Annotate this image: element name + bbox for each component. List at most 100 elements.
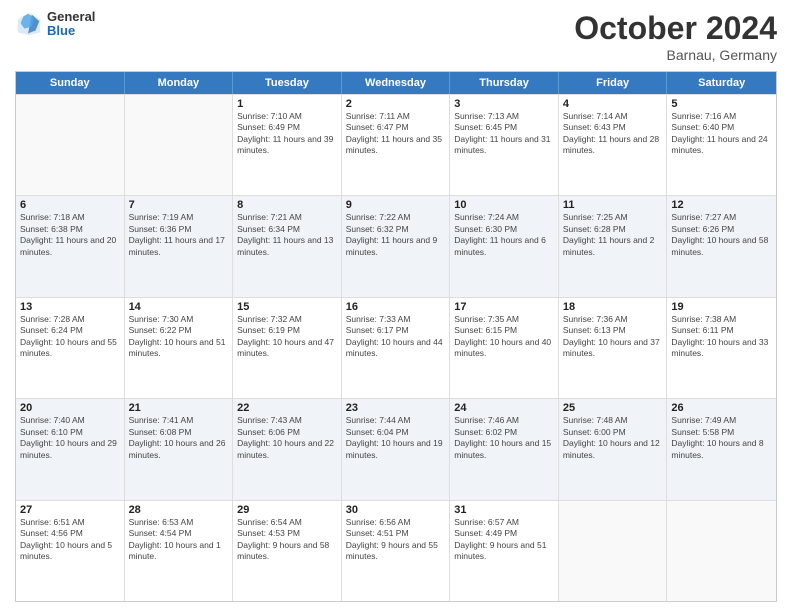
- day-number: 8: [237, 199, 337, 211]
- cal-day-21: 21Sunrise: 7:41 AM Sunset: 6:08 PM Dayli…: [125, 399, 234, 499]
- day-number: 26: [671, 402, 772, 414]
- day-info: Sunrise: 7:46 AM Sunset: 6:02 PM Dayligh…: [454, 415, 554, 461]
- day-number: 28: [129, 504, 229, 516]
- cal-header-cell-thursday: Thursday: [450, 72, 559, 94]
- cal-row-4: 20Sunrise: 7:40 AM Sunset: 6:10 PM Dayli…: [16, 398, 776, 499]
- day-number: 16: [346, 301, 446, 313]
- cal-day-22: 22Sunrise: 7:43 AM Sunset: 6:06 PM Dayli…: [233, 399, 342, 499]
- header: General Blue October 2024 Barnau, German…: [15, 10, 777, 63]
- day-number: 12: [671, 199, 772, 211]
- day-number: 31: [454, 504, 554, 516]
- main-container: General Blue October 2024 Barnau, German…: [0, 0, 792, 612]
- cal-day-27: 27Sunrise: 6:51 AM Sunset: 4:56 PM Dayli…: [16, 501, 125, 601]
- cal-day-3: 3Sunrise: 7:13 AM Sunset: 6:45 PM Daylig…: [450, 95, 559, 195]
- day-info: Sunrise: 7:35 AM Sunset: 6:15 PM Dayligh…: [454, 314, 554, 360]
- day-number: 4: [563, 98, 663, 110]
- day-info: Sunrise: 7:21 AM Sunset: 6:34 PM Dayligh…: [237, 212, 337, 258]
- cal-day-23: 23Sunrise: 7:44 AM Sunset: 6:04 PM Dayli…: [342, 399, 451, 499]
- cal-day-5: 5Sunrise: 7:16 AM Sunset: 6:40 PM Daylig…: [667, 95, 776, 195]
- cal-day-1: 1Sunrise: 7:10 AM Sunset: 6:49 PM Daylig…: [233, 95, 342, 195]
- day-number: 18: [563, 301, 663, 313]
- cal-header-cell-saturday: Saturday: [667, 72, 776, 94]
- day-number: 11: [563, 199, 663, 211]
- day-number: 5: [671, 98, 772, 110]
- day-info: Sunrise: 7:43 AM Sunset: 6:06 PM Dayligh…: [237, 415, 337, 461]
- day-info: Sunrise: 7:19 AM Sunset: 6:36 PM Dayligh…: [129, 212, 229, 258]
- cal-empty-cell: [125, 95, 234, 195]
- day-number: 7: [129, 199, 229, 211]
- cal-day-18: 18Sunrise: 7:36 AM Sunset: 6:13 PM Dayli…: [559, 298, 668, 398]
- day-info: Sunrise: 7:18 AM Sunset: 6:38 PM Dayligh…: [20, 212, 120, 258]
- day-number: 15: [237, 301, 337, 313]
- day-number: 22: [237, 402, 337, 414]
- day-info: Sunrise: 7:41 AM Sunset: 6:08 PM Dayligh…: [129, 415, 229, 461]
- day-info: Sunrise: 7:30 AM Sunset: 6:22 PM Dayligh…: [129, 314, 229, 360]
- cal-day-28: 28Sunrise: 6:53 AM Sunset: 4:54 PM Dayli…: [125, 501, 234, 601]
- calendar-body: 1Sunrise: 7:10 AM Sunset: 6:49 PM Daylig…: [16, 94, 776, 601]
- day-number: 21: [129, 402, 229, 414]
- day-info: Sunrise: 7:44 AM Sunset: 6:04 PM Dayligh…: [346, 415, 446, 461]
- logo-general: General: [47, 10, 95, 24]
- month-title: October 2024: [574, 10, 777, 47]
- logo-icon: [15, 10, 43, 38]
- calendar-header-row: SundayMondayTuesdayWednesdayThursdayFrid…: [16, 72, 776, 94]
- cal-day-17: 17Sunrise: 7:35 AM Sunset: 6:15 PM Dayli…: [450, 298, 559, 398]
- cal-header-cell-friday: Friday: [559, 72, 668, 94]
- day-info: Sunrise: 7:13 AM Sunset: 6:45 PM Dayligh…: [454, 111, 554, 157]
- day-info: Sunrise: 7:38 AM Sunset: 6:11 PM Dayligh…: [671, 314, 772, 360]
- cal-day-24: 24Sunrise: 7:46 AM Sunset: 6:02 PM Dayli…: [450, 399, 559, 499]
- day-number: 6: [20, 199, 120, 211]
- day-info: Sunrise: 6:57 AM Sunset: 4:49 PM Dayligh…: [454, 517, 554, 563]
- cal-day-26: 26Sunrise: 7:49 AM Sunset: 5:58 PM Dayli…: [667, 399, 776, 499]
- day-info: Sunrise: 7:16 AM Sunset: 6:40 PM Dayligh…: [671, 111, 772, 157]
- day-info: Sunrise: 7:14 AM Sunset: 6:43 PM Dayligh…: [563, 111, 663, 157]
- cal-row-5: 27Sunrise: 6:51 AM Sunset: 4:56 PM Dayli…: [16, 500, 776, 601]
- day-info: Sunrise: 6:53 AM Sunset: 4:54 PM Dayligh…: [129, 517, 229, 563]
- day-number: 1: [237, 98, 337, 110]
- day-info: Sunrise: 7:48 AM Sunset: 6:00 PM Dayligh…: [563, 415, 663, 461]
- cal-day-13: 13Sunrise: 7:28 AM Sunset: 6:24 PM Dayli…: [16, 298, 125, 398]
- day-info: Sunrise: 7:36 AM Sunset: 6:13 PM Dayligh…: [563, 314, 663, 360]
- cal-day-2: 2Sunrise: 7:11 AM Sunset: 6:47 PM Daylig…: [342, 95, 451, 195]
- title-block: October 2024 Barnau, Germany: [574, 10, 777, 63]
- cal-day-12: 12Sunrise: 7:27 AM Sunset: 6:26 PM Dayli…: [667, 196, 776, 296]
- day-info: Sunrise: 7:11 AM Sunset: 6:47 PM Dayligh…: [346, 111, 446, 157]
- cal-day-30: 30Sunrise: 6:56 AM Sunset: 4:51 PM Dayli…: [342, 501, 451, 601]
- day-info: Sunrise: 7:49 AM Sunset: 5:58 PM Dayligh…: [671, 415, 772, 461]
- logo: General Blue: [15, 10, 95, 39]
- cal-day-25: 25Sunrise: 7:48 AM Sunset: 6:00 PM Dayli…: [559, 399, 668, 499]
- day-info: Sunrise: 7:24 AM Sunset: 6:30 PM Dayligh…: [454, 212, 554, 258]
- day-number: 13: [20, 301, 120, 313]
- cal-row-3: 13Sunrise: 7:28 AM Sunset: 6:24 PM Dayli…: [16, 297, 776, 398]
- day-number: 9: [346, 199, 446, 211]
- cal-day-20: 20Sunrise: 7:40 AM Sunset: 6:10 PM Dayli…: [16, 399, 125, 499]
- cal-day-29: 29Sunrise: 6:54 AM Sunset: 4:53 PM Dayli…: [233, 501, 342, 601]
- cal-day-19: 19Sunrise: 7:38 AM Sunset: 6:11 PM Dayli…: [667, 298, 776, 398]
- cal-empty-cell: [16, 95, 125, 195]
- day-info: Sunrise: 7:28 AM Sunset: 6:24 PM Dayligh…: [20, 314, 120, 360]
- day-number: 2: [346, 98, 446, 110]
- cal-row-1: 1Sunrise: 7:10 AM Sunset: 6:49 PM Daylig…: [16, 94, 776, 195]
- cal-day-6: 6Sunrise: 7:18 AM Sunset: 6:38 PM Daylig…: [16, 196, 125, 296]
- day-number: 17: [454, 301, 554, 313]
- day-number: 24: [454, 402, 554, 414]
- day-number: 23: [346, 402, 446, 414]
- cal-empty-cell: [559, 501, 668, 601]
- day-info: Sunrise: 7:33 AM Sunset: 6:17 PM Dayligh…: [346, 314, 446, 360]
- day-number: 30: [346, 504, 446, 516]
- day-info: Sunrise: 7:10 AM Sunset: 6:49 PM Dayligh…: [237, 111, 337, 157]
- cal-row-2: 6Sunrise: 7:18 AM Sunset: 6:38 PM Daylig…: [16, 195, 776, 296]
- day-info: Sunrise: 7:27 AM Sunset: 6:26 PM Dayligh…: [671, 212, 772, 258]
- day-info: Sunrise: 7:32 AM Sunset: 6:19 PM Dayligh…: [237, 314, 337, 360]
- cal-day-15: 15Sunrise: 7:32 AM Sunset: 6:19 PM Dayli…: [233, 298, 342, 398]
- day-number: 27: [20, 504, 120, 516]
- logo-text: General Blue: [47, 10, 95, 39]
- day-number: 20: [20, 402, 120, 414]
- day-number: 29: [237, 504, 337, 516]
- day-number: 19: [671, 301, 772, 313]
- day-info: Sunrise: 7:40 AM Sunset: 6:10 PM Dayligh…: [20, 415, 120, 461]
- cal-day-9: 9Sunrise: 7:22 AM Sunset: 6:32 PM Daylig…: [342, 196, 451, 296]
- cal-header-cell-tuesday: Tuesday: [233, 72, 342, 94]
- cal-header-cell-monday: Monday: [125, 72, 234, 94]
- cal-day-10: 10Sunrise: 7:24 AM Sunset: 6:30 PM Dayli…: [450, 196, 559, 296]
